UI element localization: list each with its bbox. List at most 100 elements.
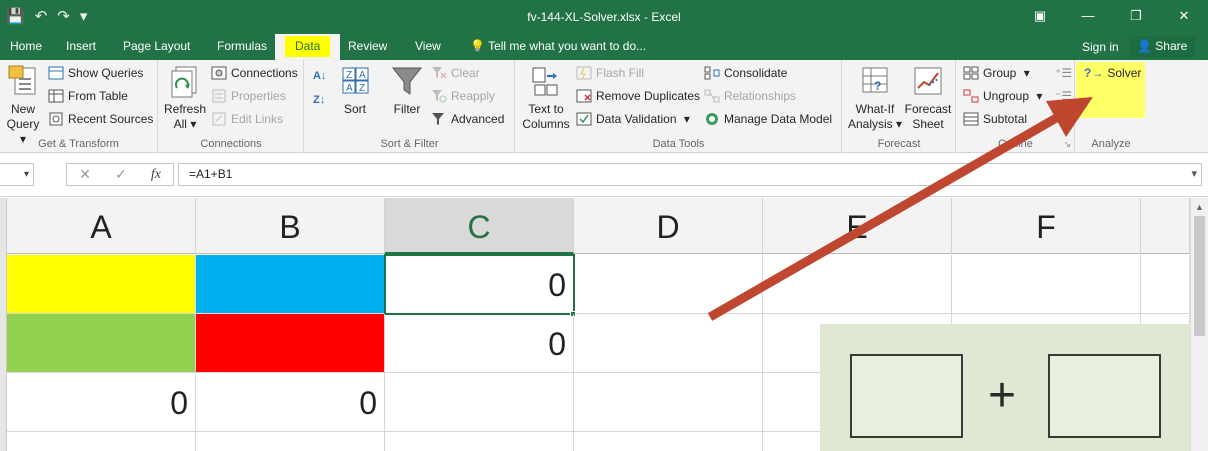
minimize-icon[interactable]: — <box>1064 0 1112 34</box>
edit-links-button[interactable]: Edit Links <box>211 110 283 128</box>
cell-b4[interactable] <box>196 432 385 451</box>
share-button[interactable]: 👤 Share <box>1129 36 1196 58</box>
ungroup-icon <box>963 89 979 103</box>
group-label: Forecast <box>877 138 921 150</box>
connections-button[interactable]: Connections <box>211 64 298 82</box>
tab-insert[interactable]: Insert <box>56 34 106 60</box>
filter-button[interactable]: Filter <box>389 64 425 117</box>
tab-home[interactable]: Home <box>0 34 52 60</box>
forecast-sheet-button[interactable]: Forecast Sheet <box>903 64 953 132</box>
cell-c2[interactable]: 0 <box>385 314 574 373</box>
column-header-d[interactable]: D <box>574 198 763 254</box>
tab-formulas[interactable]: Formulas <box>207 34 277 60</box>
ribbon: New Query ▾ Show Queries From Table Rece… <box>0 60 1208 153</box>
tab-data[interactable]: Data <box>275 34 341 60</box>
close-icon[interactable]: ✕ <box>1160 0 1208 34</box>
data-validation-button[interactable]: Data Validation ▾ <box>576 110 690 128</box>
tab-page-layout[interactable]: Page Layout <box>113 34 200 60</box>
new-query-icon <box>6 64 40 98</box>
cell-b2[interactable] <box>196 314 385 373</box>
cell-g1[interactable] <box>1141 255 1190 314</box>
tab-review[interactable]: Review <box>338 34 397 60</box>
vertical-scrollbar[interactable]: ▲ <box>1190 198 1208 451</box>
row-header-strip <box>0 198 7 451</box>
name-box[interactable]: ▾ <box>0 163 34 186</box>
tell-me-search[interactable]: 💡 Tell me what you want to do... <box>470 39 646 53</box>
restore-icon[interactable]: ❐ <box>1112 0 1160 34</box>
hide-detail-icon[interactable]: ⁻☰ <box>1055 87 1072 105</box>
subtotal-button[interactable]: Subtotal <box>963 110 1027 128</box>
show-queries-label: Show Queries <box>68 66 144 80</box>
dropdown-arrow-icon: ▾ <box>1020 66 1030 80</box>
column-header-c[interactable]: C <box>385 198 574 254</box>
cell-a3[interactable]: 0 <box>7 373 196 432</box>
sort-button[interactable]: ZAAZ Sort <box>337 64 373 117</box>
group-label: Get & Transform <box>38 138 119 150</box>
what-if-analysis-button[interactable]: ? What-If Analysis ▾ <box>847 64 903 132</box>
enter-icon[interactable]: ✓ <box>115 166 127 183</box>
cell-a2[interactable] <box>7 314 196 373</box>
column-header-b[interactable]: B <box>196 198 385 254</box>
cell-d3[interactable] <box>574 373 763 432</box>
what-if-label-2: Analysis ▾ <box>847 117 903 131</box>
new-query-button[interactable]: New Query ▾ <box>2 64 44 147</box>
group-button[interactable]: Group ▾ <box>963 64 1030 82</box>
relationships-button[interactable]: Relationships <box>704 87 796 105</box>
clear-filter-button[interactable]: Clear <box>431 64 480 82</box>
formula-input[interactable]: =A1+B1 ▾ <box>178 163 1202 186</box>
cell-d1[interactable] <box>574 255 763 314</box>
cell-d2[interactable] <box>574 314 763 373</box>
column-header-e[interactable]: E <box>763 198 952 254</box>
scroll-up-icon[interactable]: ▲ <box>1195 202 1204 212</box>
advanced-filter-button[interactable]: Advanced <box>431 110 504 128</box>
cell-a1[interactable] <box>7 255 196 314</box>
refresh-all-button[interactable]: Refresh All ▾ <box>163 64 207 132</box>
properties-icon <box>211 89 227 103</box>
tab-view[interactable]: View <box>405 34 451 60</box>
advanced-label: Advanced <box>451 112 505 126</box>
expand-formula-icon[interactable]: ▾ <box>1191 164 1197 185</box>
manage-data-model-label: Manage Data Model <box>724 112 833 126</box>
recent-sources-button[interactable]: Recent Sources <box>48 110 153 128</box>
scroll-thumb[interactable] <box>1194 216 1205 336</box>
sign-in-link[interactable]: Sign in <box>1082 40 1119 54</box>
data-model-icon <box>704 112 720 126</box>
ribbon-display-icon[interactable]: ▣ <box>1016 0 1064 34</box>
column-header-a[interactable]: A <box>7 198 196 254</box>
insert-function-icon[interactable]: fx <box>151 167 161 183</box>
title-bar: 💾 ↶ ↷ ▾ fv-144-XL-Solver.xlsx - Excel ▣ … <box>0 0 1208 34</box>
dialog-launcher-icon[interactable]: ↘ <box>1063 139 1071 150</box>
show-detail-icon[interactable]: ⁺☰ <box>1055 64 1072 82</box>
text-to-columns-button[interactable]: Text to Columns <box>518 64 574 132</box>
refresh-label-2: All ▾ <box>173 117 197 131</box>
cell-b3[interactable]: 0 <box>196 373 385 432</box>
from-table-label: From Table <box>68 89 128 103</box>
person-icon: 👤 <box>1137 39 1152 53</box>
column-header-g[interactable] <box>1141 198 1190 254</box>
sort-az-button[interactable]: A↓ Z↓ <box>313 70 326 106</box>
consolidate-button[interactable]: Consolidate <box>704 64 787 82</box>
sort-za-icon: Z↓ <box>313 94 326 106</box>
from-table-button[interactable]: From Table <box>48 87 128 105</box>
reapply-button[interactable]: Reapply <box>431 87 495 105</box>
cell-c3[interactable] <box>385 373 574 432</box>
ungroup-button[interactable]: Ungroup ▾ <box>963 87 1042 105</box>
cell-d4[interactable] <box>574 432 763 451</box>
cell-a4[interactable] <box>7 432 196 451</box>
empty-box-left <box>850 354 963 438</box>
cell-f1[interactable] <box>952 255 1141 314</box>
manage-data-model-button[interactable]: Manage Data Model <box>704 110 832 128</box>
cell-c1[interactable]: 0 <box>384 254 575 315</box>
flash-fill-button[interactable]: Flash Fill <box>576 64 644 82</box>
solver-button[interactable]: ?→ Solver <box>1084 64 1141 82</box>
cell-c4[interactable] <box>385 432 574 451</box>
svg-text:A: A <box>346 83 353 94</box>
show-queries-button[interactable]: Show Queries <box>48 64 143 82</box>
plus-sign-icon: + <box>988 369 1017 422</box>
cell-b1[interactable] <box>196 255 385 314</box>
cancel-icon[interactable]: ✕ <box>79 166 91 183</box>
properties-button[interactable]: Properties <box>211 87 286 105</box>
column-header-f[interactable]: F <box>952 198 1141 254</box>
cell-e1[interactable] <box>763 255 952 314</box>
remove-duplicates-button[interactable]: Remove Duplicates <box>576 87 700 105</box>
